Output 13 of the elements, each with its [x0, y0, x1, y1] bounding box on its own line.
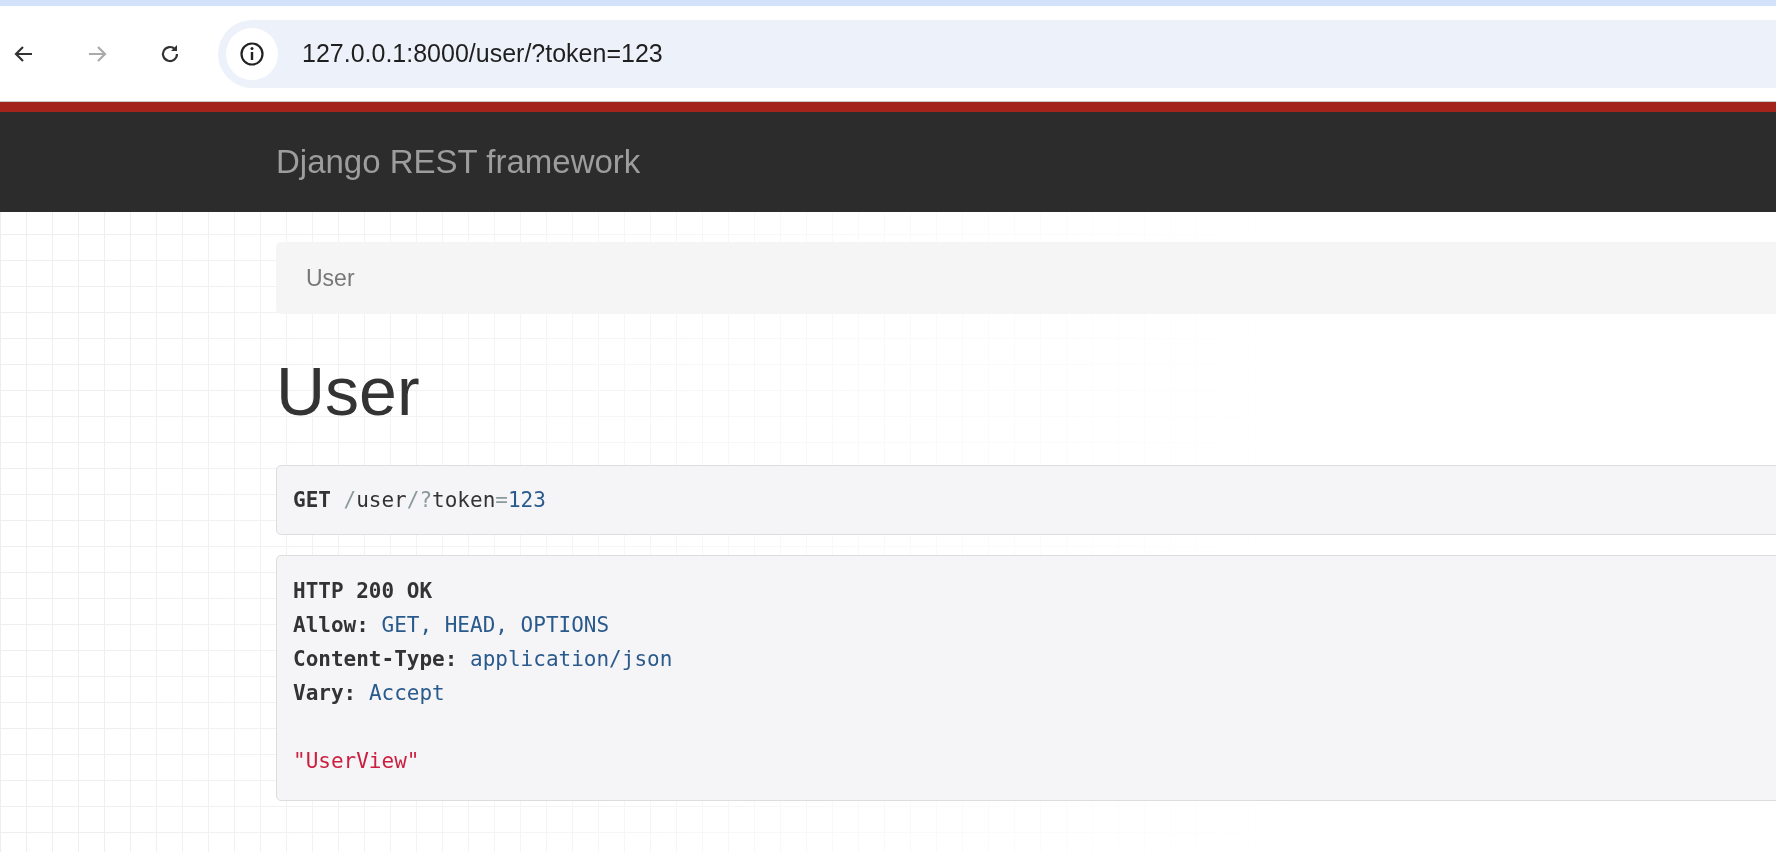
url-text: 127.0.0.1:8000/user/?token=123 [302, 39, 663, 68]
breadcrumb-item[interactable]: User [306, 264, 355, 292]
address-bar[interactable]: 127.0.0.1:8000/user/?token=123 [218, 19, 1776, 88]
page-heading: User [276, 354, 421, 429]
header-line: Content-Type: application/json [293, 645, 674, 673]
site-info-button[interactable] [226, 27, 278, 80]
info-icon [239, 40, 265, 67]
status-line: HTTP 200 OK [293, 577, 434, 605]
request-line: GET /user/?token=123 [293, 486, 546, 514]
response-body: "UserView" [293, 747, 421, 775]
header-line: Vary: Accept [293, 679, 446, 707]
brand-link[interactable]: Django REST framework [276, 143, 641, 181]
header-line: Allow: GET, HEAD, OPTIONS [293, 611, 611, 639]
